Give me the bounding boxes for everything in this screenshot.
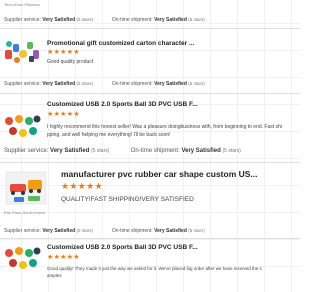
divider [0,162,300,163]
review-text: QUALITY!FAST SHIPPING!VERY SATISFIED [61,196,194,203]
review-text-continued: amples [47,273,62,278]
review-text: I highly recommend this honest seller! W… [47,124,282,130]
supplier-service-stars: (5 stars) [76,17,94,22]
product-thumbnail[interactable] [3,36,41,66]
service-rating-row: Supplier service: Very Satisfied (5 star… [4,17,205,23]
service-rating-row: Supplier service: Very Satisfied (5 star… [4,81,205,87]
shipment-stars: (5 stars) [188,81,205,86]
star-rating: ★★★★★ [47,254,80,261]
review-text: Good quality! They made it just the way … [47,266,262,271]
supplier-service-stars: (5 stars) [91,148,110,154]
supplier-service-label: Supplier service: [4,17,41,23]
review-text-continued: pping, and well helping me everything! I… [47,132,171,138]
shipment-stars: (5 stars) [222,148,241,154]
star-rating: ★★★★★ [61,181,103,191]
supplier-service-label: Supplier service: [4,228,41,234]
divider [0,238,300,239]
star-rating: ★★★★★ [47,49,80,56]
shipment-label: On-time shipment: [111,228,153,234]
product-thumbnail[interactable] [4,170,48,206]
product-thumbnail[interactable] [3,111,41,141]
shipment-stars: (5 stars) [188,17,205,22]
star-rating: ★★★★★ [47,111,80,118]
supplier-service-label: Supplier service: [4,148,49,154]
reviewer-name: Tena Khan-Pakistan [4,2,40,7]
product-title-link[interactable]: manufacturer pvc rubber car shape custom… [61,169,296,179]
supplier-service-label: Supplier service: [4,81,41,87]
product-title-link[interactable]: Customized USB 2.0 Sports Ball 3D PVC US… [47,244,247,251]
shipment-value: Very Satisfied [181,148,221,154]
shipment-value: Very Satisfied [154,81,187,87]
shipment-label: On-time shipment: [111,81,153,87]
product-thumbnail[interactable] [3,243,41,273]
supplier-service-stars: (5 stars) [76,81,94,86]
divider [0,28,300,29]
review-card: Customized USB 2.0 Sports Ball 3D PVC US… [0,95,300,143]
review-card: Eric Paso-South Korea manufacturer pvc r… [0,164,300,226]
supplier-service-value: Very Satisfied [42,81,76,87]
review-card: Promotional gift customized carton chara… [0,30,300,78]
shipment-label: On-time shipment: [130,148,180,154]
product-title-link[interactable]: Promotional gift customized carton chara… [47,40,247,47]
supplier-service-stars: (5 stars) [76,228,94,233]
reviewer-name: Eric Paso-South Korea [4,210,45,215]
supplier-service-value: Very Satisfied [42,228,76,234]
shipment-value: Very Satisfied [154,228,187,234]
supplier-service-value: Very Satisfied [42,17,76,23]
divider [0,93,300,94]
service-rating-row: Supplier service: Very Satisfied (5 star… [4,148,241,154]
product-title-link[interactable]: Customized USB 2.0 Sports Ball 3D PVC US… [47,101,247,108]
review-card: Customized USB 2.0 Sports Ball 3D PVC US… [0,240,300,292]
shipment-label: On-time shipment: [111,17,153,23]
shipment-stars: (5 stars) [188,228,205,233]
shipment-value: Very Satisfied [154,17,187,23]
review-text: Good quality product [47,59,94,65]
supplier-service-value: Very Satisfied [50,148,90,154]
service-rating-row: Supplier service: Very Satisfied (5 star… [4,228,205,234]
